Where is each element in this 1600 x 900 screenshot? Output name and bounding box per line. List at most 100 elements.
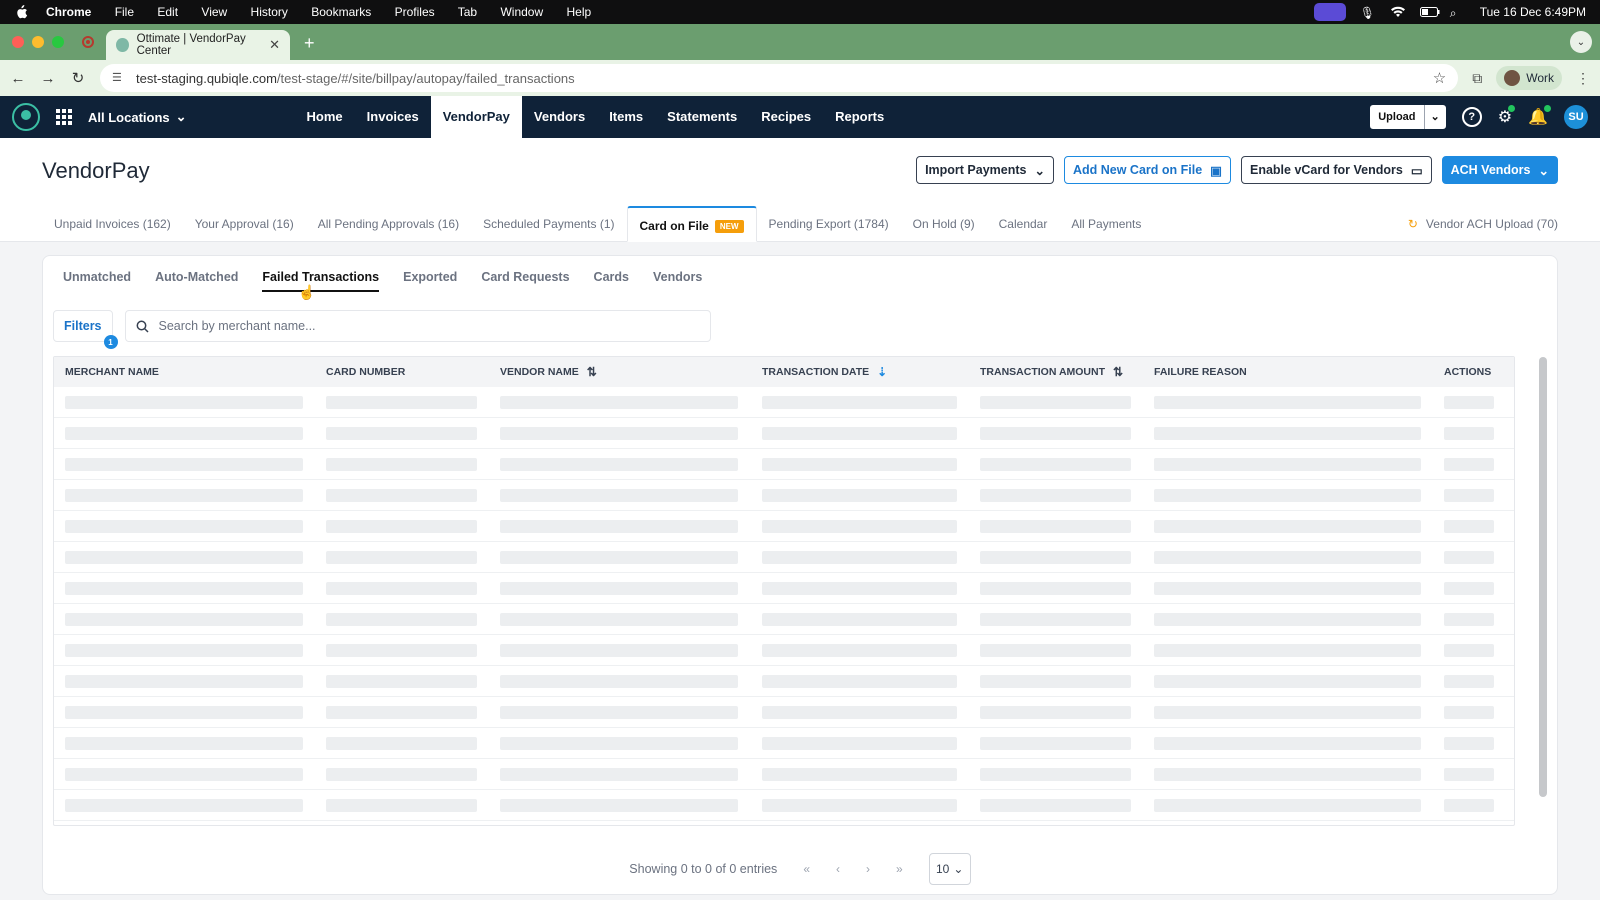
profile-button[interactable]: Work — [1496, 66, 1562, 90]
tab-card-requests[interactable]: Card Requests — [481, 270, 569, 292]
ottimate-logo-icon[interactable] — [12, 103, 40, 131]
minimize-window-button[interactable] — [32, 36, 44, 48]
first-page-icon[interactable]: « — [803, 862, 810, 876]
tab-unmatched[interactable]: Unmatched — [63, 270, 131, 292]
tab-vendors[interactable]: Vendors — [653, 270, 702, 292]
tab-your-approval[interactable]: Your Approval (16) — [183, 206, 306, 242]
nav-recipes[interactable]: Recipes — [749, 96, 823, 138]
col-card-number[interactable]: CARD NUMBER — [326, 366, 405, 378]
close-window-button[interactable] — [12, 36, 24, 48]
loading-skeleton — [326, 768, 477, 781]
col-failure-reason[interactable]: FAILURE REASON — [1154, 366, 1247, 378]
wifi-icon[interactable] — [1390, 6, 1406, 18]
tab-failed-transactions[interactable]: Failed Transactions — [262, 270, 380, 292]
menu-window[interactable]: Window — [500, 5, 543, 19]
favicon-icon — [116, 38, 129, 52]
filters-button[interactable]: Filters 1 — [53, 310, 118, 349]
back-icon[interactable]: ← — [10, 70, 26, 87]
tab-card-on-file[interactable]: Card on File NEW — [626, 206, 757, 242]
nav-home[interactable]: Home — [295, 96, 355, 138]
upload-split-button[interactable]: Upload ⌄ — [1370, 105, 1446, 129]
menu-view[interactable]: View — [201, 5, 227, 19]
apple-icon[interactable] — [14, 5, 28, 19]
browser-tab[interactable]: Ottimate | VendorPay Center ✕ — [106, 30, 290, 60]
menu-file[interactable]: File — [115, 5, 134, 19]
import-payments-button[interactable]: Import Payments ⌄ — [916, 156, 1054, 184]
menu-chrome[interactable]: Chrome — [46, 5, 91, 19]
screen-share-icon[interactable] — [1313, 3, 1346, 21]
apps-grid-icon[interactable] — [56, 109, 72, 125]
col-merchant-name[interactable]: MERCHANT NAME — [65, 366, 159, 378]
table-row — [54, 542, 1514, 573]
table-scrollbar[interactable] — [1539, 357, 1547, 797]
nav-reports[interactable]: Reports — [823, 96, 896, 138]
col-vendor-name[interactable]: VENDOR NAME ⇅ — [500, 365, 597, 379]
help-icon[interactable]: ? — [1461, 107, 1482, 127]
sort-descending-icon[interactable]: ⇣ — [877, 365, 887, 379]
ach-vendors-button[interactable]: ACH Vendors ⌄ — [1441, 156, 1558, 184]
merchant-search-input[interactable] — [158, 319, 700, 333]
microphone-icon[interactable]: 🎙 — [1360, 6, 1376, 20]
vendor-ach-upload[interactable]: ↻ Vendor ACH Upload (70) — [1408, 206, 1558, 242]
menu-profiles[interactable]: Profiles — [395, 5, 435, 19]
nav-vendors[interactable]: Vendors — [522, 96, 597, 138]
search-box[interactable] — [124, 310, 711, 342]
settings-icon[interactable]: ⚙ — [1498, 105, 1516, 127]
tab-auto-matched[interactable]: Auto-Matched — [155, 270, 238, 292]
col-transaction-amount[interactable]: TRANSACTION AMOUNT ⇅ — [980, 365, 1123, 379]
tab-pending-export[interactable]: Pending Export (1784) — [757, 206, 901, 242]
tab-all-payments[interactable]: All Payments — [1059, 206, 1153, 242]
sort-icon[interactable]: ⇅ — [1113, 365, 1123, 379]
enable-vcard-button[interactable]: Enable vCard for Vendors ▭ — [1240, 156, 1432, 184]
maximize-window-button[interactable] — [52, 36, 64, 48]
sort-icon[interactable]: ⇅ — [587, 365, 597, 379]
new-tab-button[interactable]: + — [304, 33, 315, 54]
notification-bell-icon[interactable]: 🔔 — [1528, 105, 1551, 127]
last-page-icon[interactable]: » — [896, 862, 903, 876]
page-size-select[interactable]: 10 ⌄ — [928, 853, 971, 885]
tab-all-pending-approvals[interactable]: All Pending Approvals (16) — [306, 206, 471, 242]
add-new-card-button[interactable]: Add New Card on File ▣ — [1063, 156, 1231, 184]
tab-on-hold[interactable]: On Hold (9) — [901, 206, 987, 242]
next-page-icon[interactable]: › — [866, 862, 870, 876]
user-avatar[interactable]: SU — [1564, 105, 1588, 129]
extensions-icon[interactable]: ⧉ — [1472, 70, 1482, 87]
upload-dropdown-icon[interactable]: ⌄ — [1423, 105, 1446, 129]
nav-items[interactable]: Items — [597, 96, 655, 138]
col-transaction-date[interactable]: TRANSACTION DATE ⇣ — [762, 365, 887, 379]
site-info-icon[interactable]: ☰ — [112, 71, 126, 85]
nav-statements[interactable]: Statements — [655, 96, 749, 138]
menu-help[interactable]: Help — [566, 5, 591, 19]
nav-vendorpay[interactable]: VendorPay — [430, 96, 522, 138]
loading-skeleton — [65, 613, 303, 626]
tab-scheduled-payments[interactable]: Scheduled Payments (1) — [471, 206, 626, 242]
address-bar[interactable]: ☰ test-staging.qubiqle.com/test-stage/#/… — [100, 64, 1459, 92]
tab-calendar[interactable]: Calendar — [987, 206, 1060, 242]
loading-skeleton — [1444, 551, 1494, 564]
loading-skeleton — [1154, 551, 1421, 564]
prev-page-icon[interactable]: ‹ — [836, 862, 840, 876]
browser-menu-icon[interactable]: ⋮ — [1576, 70, 1590, 87]
nav-invoices[interactable]: Invoices — [355, 96, 431, 138]
search-icon[interactable]: ⌕ — [1450, 6, 1466, 20]
menu-bookmarks[interactable]: Bookmarks — [311, 5, 371, 19]
menu-history[interactable]: History — [251, 5, 288, 19]
tab-exported[interactable]: Exported — [403, 270, 457, 292]
filters-count-badge: 1 — [103, 335, 118, 349]
loading-skeleton — [500, 737, 738, 750]
forward-icon[interactable]: → — [40, 70, 56, 87]
reload-icon[interactable]: ↻ — [70, 69, 86, 87]
menu-tab[interactable]: Tab — [458, 5, 477, 19]
location-selector[interactable]: All Locations ⌄ — [88, 109, 187, 125]
recording-icon[interactable] — [82, 36, 94, 48]
clock[interactable]: Tue 16 Dec 6:49PM — [1480, 5, 1586, 19]
tab-search-icon[interactable]: ⌄ — [1570, 31, 1592, 53]
bookmark-star-icon[interactable]: ☆ — [1433, 69, 1446, 87]
loading-skeleton — [326, 644, 477, 657]
upload-button[interactable]: Upload — [1370, 105, 1423, 129]
close-tab-icon[interactable]: ✕ — [269, 37, 280, 53]
tab-cards[interactable]: Cards — [594, 270, 629, 292]
tab-unpaid-invoices[interactable]: Unpaid Invoices (162) — [42, 206, 183, 242]
battery-icon[interactable] — [1419, 6, 1440, 18]
menu-edit[interactable]: Edit — [157, 5, 178, 19]
